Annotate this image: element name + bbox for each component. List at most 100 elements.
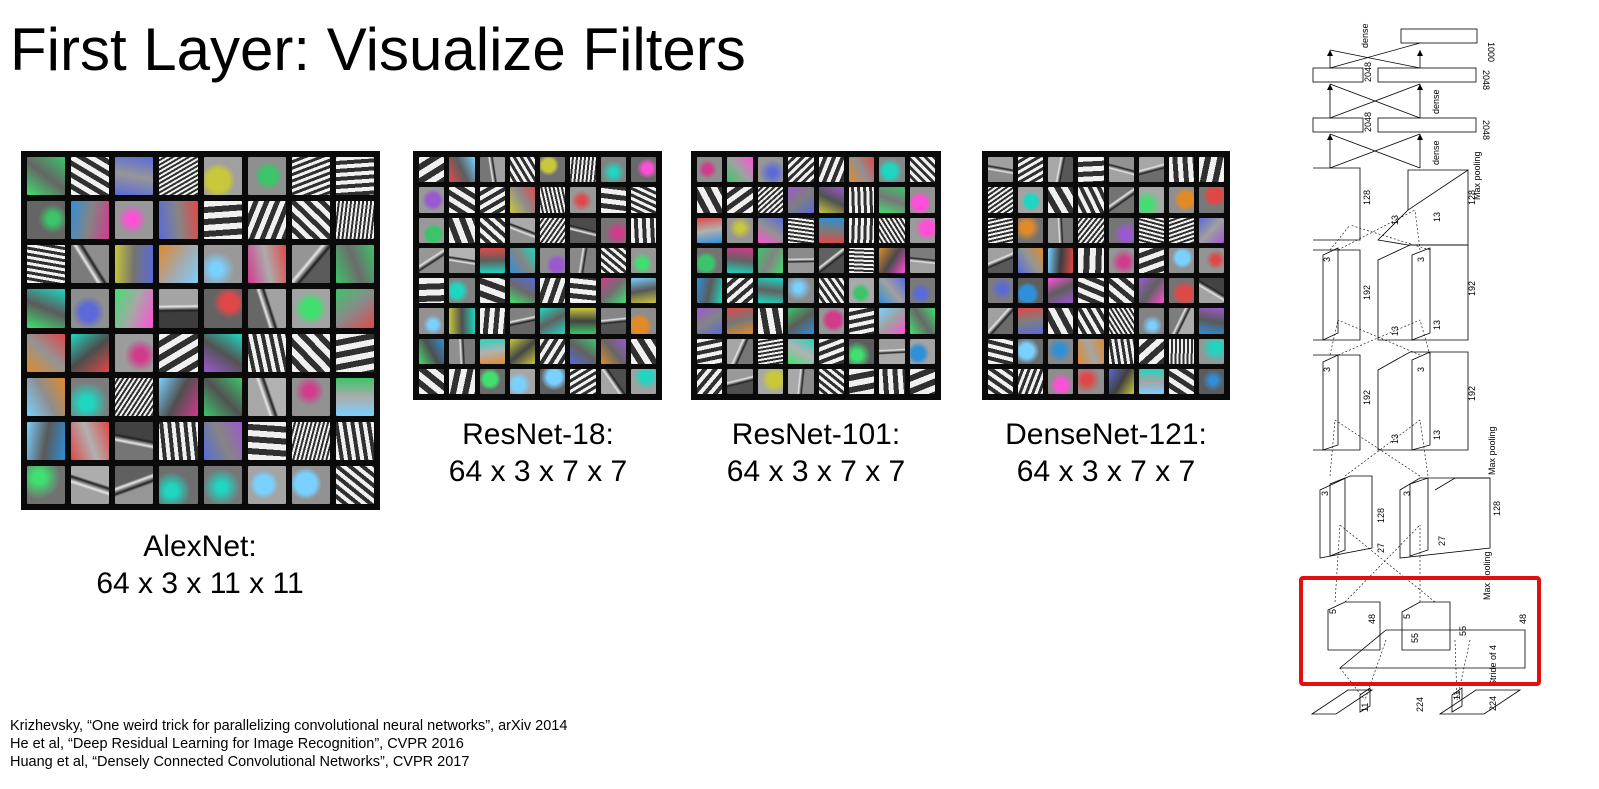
filter-tile (479, 338, 505, 364)
filter-tile (115, 465, 154, 504)
filter-tile (449, 217, 475, 243)
filter-tile (449, 338, 475, 364)
filter-tile (509, 308, 535, 334)
filter-tile (909, 217, 935, 243)
filter-tile (1198, 247, 1224, 273)
filter-tile (335, 201, 374, 240)
filter-tile (71, 377, 110, 416)
filter-tile (1048, 338, 1074, 364)
filter-tile (697, 247, 723, 273)
reference-huang: Huang et al, “Densely Connected Convolut… (10, 754, 470, 770)
filter-tile (540, 157, 566, 183)
filter-tile (115, 377, 154, 416)
reference-he: He et al, “Deep Residual Learning for Im… (10, 736, 464, 752)
filter-tile (600, 187, 626, 213)
filter-tile (848, 308, 875, 334)
label-5-b: 5 (1402, 614, 1412, 619)
filter-tile (1168, 308, 1194, 334)
label-max-pooling-3: Max pooling (1482, 551, 1492, 600)
filter-tile (419, 278, 445, 304)
filter-tile (1108, 157, 1134, 183)
filter-tile (509, 368, 535, 394)
filter-tile (1048, 157, 1074, 183)
resnet18-filter-grid (413, 151, 662, 400)
filter-tile (570, 247, 596, 273)
filter-tile (335, 465, 374, 504)
filter-tile (540, 187, 566, 213)
filter-tile (1198, 308, 1224, 334)
dense-2048-box-right-2 (1377, 117, 1477, 133)
label-3-a: 3 (1322, 257, 1332, 262)
filter-tile (291, 333, 330, 372)
filter-tile (1048, 368, 1074, 394)
filter-tile (1108, 278, 1134, 304)
label-128-a: 128 (1362, 190, 1372, 205)
filter-tile (630, 338, 656, 364)
filter-tile (788, 217, 814, 243)
filter-tile (818, 247, 844, 273)
resnet101-name: ResNet-101: (731, 418, 901, 451)
filter-tile (291, 157, 330, 196)
label-dense-top: dense (1360, 23, 1370, 48)
label-3-e: 3 (1320, 491, 1330, 496)
label-192-d: 192 (1467, 386, 1477, 401)
filter-tile (335, 333, 374, 372)
filter-tile (203, 157, 242, 196)
label-128-b: 128 (1467, 190, 1477, 205)
filter-tile (247, 289, 286, 328)
filter-tile (115, 201, 154, 240)
filter-tile (479, 308, 505, 334)
filter-tile (879, 338, 905, 364)
filter-tile (757, 187, 784, 213)
filter-tile (335, 421, 374, 460)
filter-tile (600, 247, 626, 273)
filter-tile (570, 368, 596, 394)
filter-tile (1078, 308, 1104, 334)
dense-2048-box-left (1312, 67, 1364, 83)
label-55-b: 55 (1458, 626, 1468, 636)
filter-tile (540, 368, 566, 394)
filter-tile (27, 289, 66, 328)
filter-tile (509, 278, 535, 304)
label-192-b: 192 (1467, 281, 1477, 296)
filter-tile (788, 278, 814, 304)
filter-tile (27, 157, 66, 196)
filter-tile (879, 278, 905, 304)
label-48-a: 48 (1367, 614, 1377, 624)
filter-tile (1138, 308, 1164, 334)
filter-tile (115, 245, 154, 284)
alexnet-architecture-diagram: dense 1000 2048 2048 dense 2048 2048 den… (1299, 23, 1541, 715)
filter-tile (203, 465, 242, 504)
filter-tile (1108, 217, 1134, 243)
filter-tile (600, 308, 626, 334)
filter-tile (757, 247, 784, 273)
label-13-f: 13 (1432, 430, 1442, 440)
filter-tile (540, 217, 566, 243)
filter-tile (818, 157, 844, 183)
filter-tile (788, 308, 814, 334)
filter-tile (419, 247, 445, 273)
filter-tile (879, 187, 905, 213)
filter-tile (1138, 187, 1164, 213)
filter-tile (818, 308, 844, 334)
label-3-d: 3 (1416, 367, 1426, 372)
filter-tile (27, 201, 66, 240)
filter-tile (788, 187, 814, 213)
filter-tile (159, 245, 198, 284)
filter-tile (600, 157, 626, 183)
filter-tile (788, 247, 814, 273)
filter-tile (71, 333, 110, 372)
filter-tile (570, 217, 596, 243)
filter-tile (1108, 187, 1134, 213)
filter-tile (1108, 247, 1134, 273)
filter-tile (848, 217, 875, 243)
filter-tile (1048, 247, 1074, 273)
filter-tile (1018, 217, 1044, 243)
filter-tile (1048, 217, 1074, 243)
filter-tile (818, 278, 844, 304)
alexnet-name: AlexNet: (143, 530, 257, 563)
filter-tile (1138, 338, 1164, 364)
filter-tile (788, 338, 814, 364)
filter-tile (1168, 157, 1194, 183)
filter-tile (479, 157, 505, 183)
